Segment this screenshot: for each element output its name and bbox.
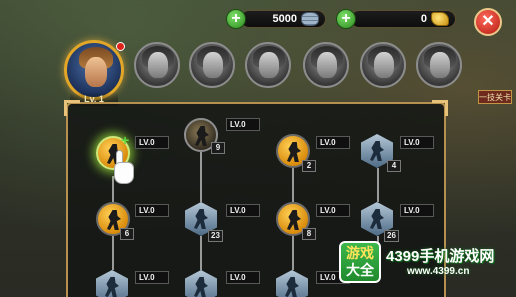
skill-level-1: LV.0	[135, 136, 169, 149]
warrior-icon	[287, 142, 301, 162]
hero-face	[85, 57, 107, 87]
hero-portrait-5[interactable]	[303, 42, 349, 88]
skill-level-4: LV.0	[400, 136, 434, 149]
warrior-icon	[285, 277, 299, 297]
skill-count-badge: 9	[211, 142, 225, 154]
gold-ingot-icon	[431, 12, 449, 26]
connector-line	[200, 236, 202, 270]
gold-pill: 0	[350, 10, 456, 28]
gold-amount: 0	[420, 13, 427, 25]
warrior-icon	[287, 210, 301, 230]
add-silver-button[interactable]: +	[226, 9, 246, 29]
hero-portrait-active[interactable]	[64, 40, 124, 100]
watermark-logo-top: 游戏	[346, 245, 374, 261]
skill-level-3: LV.0	[316, 136, 350, 149]
panel-corner-tr	[432, 100, 448, 116]
panel-corner-tl	[64, 100, 80, 116]
warrior-icon	[194, 209, 208, 229]
skill-level-6: LV.0	[226, 204, 260, 217]
silver-coin-icon	[301, 12, 319, 26]
skill-level-9: LV.0	[135, 271, 169, 284]
skill-level-7: LV.0	[316, 204, 350, 217]
hero-portrait-2[interactable]	[134, 42, 180, 88]
skill-level-2: LV.0	[226, 118, 260, 131]
connector-line	[112, 236, 114, 270]
hero-portrait-4[interactable]	[245, 42, 291, 88]
game-scene: + 5000 + 0 ✕ Lv. 1 一技关卡 LV.0 + 9 LV.0 2 …	[0, 0, 516, 297]
hero-face	[317, 52, 337, 78]
hero-portrait-6[interactable]	[360, 42, 406, 88]
skill-level-10: LV.0	[226, 271, 260, 284]
watermark-text: 4399手机游戏网	[386, 248, 495, 265]
skill-count-badge: 4	[387, 160, 401, 172]
warrior-icon	[194, 277, 208, 297]
connector-line	[377, 168, 379, 202]
close-button[interactable]: ✕	[474, 8, 502, 36]
connector-line	[200, 152, 202, 202]
watermark-url: www.4399.cn	[407, 266, 470, 277]
silver-currency: + 5000	[226, 8, 326, 30]
hero-face	[374, 52, 394, 78]
add-gold-button[interactable]: +	[336, 9, 356, 29]
silver-amount: 5000	[272, 13, 297, 25]
hero-portrait-7[interactable]	[416, 42, 462, 88]
skill-level-5: LV.0	[135, 204, 169, 217]
hero-face	[148, 52, 168, 78]
skill-count-badge: 2	[302, 160, 316, 172]
skill-count-badge: 26	[384, 230, 399, 242]
warrior-icon	[370, 141, 384, 161]
warrior-icon	[195, 126, 209, 146]
skill-count-badge: 6	[120, 228, 134, 240]
notification-dot	[116, 42, 125, 51]
watermark-logo: 游戏 大全	[339, 241, 381, 283]
hero-face	[203, 52, 223, 78]
hand-palm	[114, 162, 134, 184]
warrior-icon	[105, 277, 119, 297]
gold-currency: + 0	[336, 8, 456, 30]
connector-line	[292, 168, 294, 202]
side-stage-tag[interactable]: 一技关卡	[478, 90, 512, 104]
upgrade-plus-icon[interactable]: +	[121, 132, 129, 148]
warrior-icon	[370, 209, 384, 229]
tutorial-hand-icon	[112, 150, 136, 186]
skill-level-8: LV.0	[400, 204, 434, 217]
skill-count-badge: 8	[302, 228, 316, 240]
warrior-icon	[107, 210, 121, 230]
skill-count-badge: 23	[208, 230, 223, 242]
hero-face	[430, 52, 450, 78]
silver-pill: 5000	[240, 10, 326, 28]
hero-face	[259, 52, 279, 78]
connector-line	[292, 236, 294, 270]
hero-portrait-3[interactable]	[189, 42, 235, 88]
watermark-logo-bottom: 大全	[346, 262, 374, 278]
